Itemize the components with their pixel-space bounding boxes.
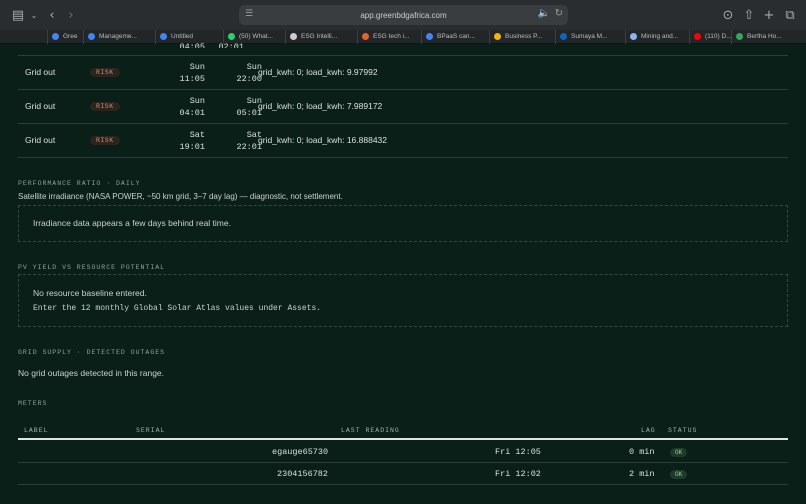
meters-heading: METERS bbox=[18, 400, 48, 407]
address-bar[interactable]: ☰ app.greenbdgafrica.com 🔈 ↻ bbox=[239, 5, 568, 25]
event-label: Grid out bbox=[25, 67, 56, 77]
event-label: Grid out bbox=[25, 101, 56, 111]
meter-row[interactable]: 2304156782 Fri 12:02 2 min OK bbox=[18, 463, 788, 485]
col-label: LABEL bbox=[24, 427, 49, 434]
event-end: Sun 05:01 bbox=[236, 96, 262, 118]
meter-serial: egauge65730 bbox=[272, 447, 329, 457]
grid-supply-message: No grid outages detected in this range. bbox=[18, 368, 165, 378]
pv-yield-instruction: Enter the 12 monthly Global Solar Atlas … bbox=[33, 304, 322, 313]
downloads-icon[interactable]: ⊙ bbox=[720, 7, 736, 23]
event-end: Sat 22:01 bbox=[236, 130, 262, 152]
performance-ratio-heading: PERFORMANCE RATIO · DAILY bbox=[18, 180, 141, 187]
risk-badge: RISK bbox=[90, 102, 120, 111]
event-start: Sat 19:01 bbox=[179, 130, 205, 152]
tab-overview-icon[interactable]: ⧉ bbox=[782, 7, 798, 23]
meter-last-reading: Fri 12:02 bbox=[495, 469, 541, 479]
new-tab-icon[interactable]: + bbox=[761, 7, 777, 23]
share-icon[interactable]: ⇧ bbox=[741, 7, 757, 23]
event-detail: grid_kwh: 0; load_kwh: 7.989172 bbox=[258, 101, 383, 111]
pv-yield-box: No resource baseline entered. Enter the … bbox=[18, 274, 788, 327]
page-menu-icon[interactable]: ☰ bbox=[245, 9, 255, 21]
grid-supply-heading: GRID SUPPLY · DETECTED OUTAGES bbox=[18, 349, 166, 356]
table-header-divider bbox=[18, 438, 788, 440]
forward-icon[interactable]: › bbox=[63, 7, 79, 23]
col-status: STATUS bbox=[668, 427, 698, 434]
irradiance-notice-box: Irradiance data appears a few days behin… bbox=[18, 205, 788, 242]
audio-icon[interactable]: 🔈 bbox=[538, 8, 550, 19]
risk-badge: RISK bbox=[90, 68, 120, 77]
event-row[interactable]: Grid out RISK Sun 04:01 Sun 05:01 grid_kwh… bbox=[18, 90, 788, 124]
event-detail: grid_kwh: 0; load_kwh: 16.888432 bbox=[258, 135, 388, 145]
pv-yield-message: No resource baseline entered. bbox=[33, 288, 147, 298]
event-start: Sun 04:01 bbox=[179, 96, 205, 118]
event-label: Grid out bbox=[25, 135, 56, 145]
event-detail: grid_kwh: 0; load_kwh: 9.97992 bbox=[258, 67, 378, 77]
event-row[interactable]: Grid out RISK Sun 11:05 Sun 22:00 grid_kwh… bbox=[18, 56, 788, 90]
status-badge: OK bbox=[670, 448, 688, 457]
irradiance-notice: Irradiance data appears a few days behin… bbox=[33, 218, 231, 228]
performance-ratio-subtitle: Satellite irradiance (NASA POWER, ~50 km… bbox=[18, 192, 343, 201]
back-icon[interactable]: ‹ bbox=[44, 7, 60, 23]
event-start: Sun 11:05 bbox=[179, 62, 205, 84]
sidebar-toggle-icon[interactable]: ▤ bbox=[10, 7, 26, 23]
event-end: Sun 22:00 bbox=[236, 62, 262, 84]
chevron-down-icon[interactable]: ⌄ bbox=[26, 7, 42, 23]
meter-row[interactable]: egauge65730 Fri 12:05 0 min OK bbox=[18, 441, 788, 463]
meter-serial: 2304156782 bbox=[277, 469, 329, 479]
event-row[interactable]: Grid out RISK Sat 19:01 Sat 22:01 grid_kwh… bbox=[18, 124, 788, 158]
status-badge: OK bbox=[670, 470, 688, 479]
url-text: app.greenbdgafrica.com bbox=[360, 10, 447, 20]
meter-lag: 0 min bbox=[629, 447, 655, 457]
risk-badge: RISK bbox=[90, 136, 120, 145]
meter-lag: 2 min bbox=[629, 469, 655, 479]
col-serial: SERIAL bbox=[136, 427, 166, 434]
col-last-reading: LAST READING bbox=[341, 427, 400, 434]
reload-icon[interactable]: ↻ bbox=[555, 8, 563, 19]
pv-yield-heading: PV YIELD VS RESOURCE POTENTIAL bbox=[18, 264, 166, 271]
col-lag: LAG bbox=[641, 427, 656, 434]
meter-last-reading: Fri 12:05 bbox=[495, 447, 541, 457]
event-row-partial bbox=[18, 23, 788, 56]
